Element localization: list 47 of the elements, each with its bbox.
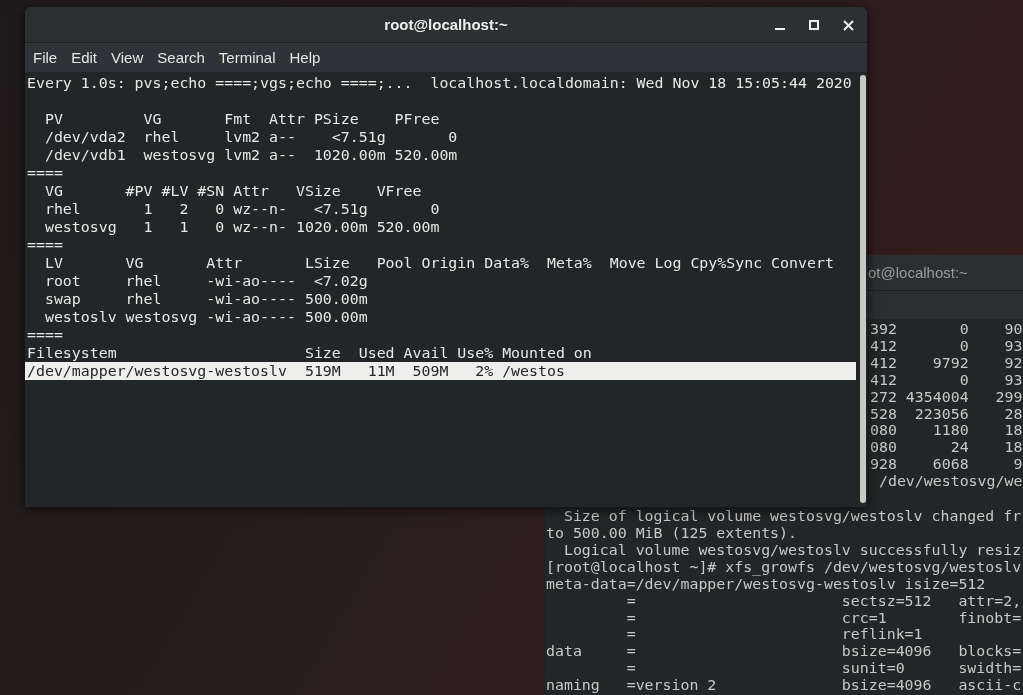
terminal-line: westosvg 1 1 0 wz--n- 1020.00m 520.00m bbox=[43, 218, 441, 236]
terminal-line: to 500.00 MiB (125 extents). bbox=[546, 524, 798, 542]
terminal-line: /dev/westosvg/we bbox=[877, 473, 1023, 491]
terminal-line: data = bsize=4096 blocks= bbox=[546, 643, 1022, 661]
terminal-line: Size of logical volume westosvg/westoslv changed fr bbox=[562, 508, 1022, 525]
terminal-line: 080 24 18 bbox=[870, 439, 1023, 457]
terminal-line: = reflink=1 bbox=[625, 626, 923, 644]
terminal-line: VG #PV #LV #SN Attr VSize VFree bbox=[43, 182, 423, 200]
terminal-line: 272 4354004 299 bbox=[870, 388, 1023, 406]
terminal-line: naming =version 2 bsize=4096 ascii-c bbox=[546, 677, 1022, 695]
terminal-line: 080 1180 18 bbox=[870, 422, 1023, 440]
terminal-line: PV VG Fmt Attr PSize PFree bbox=[43, 110, 441, 128]
terminal-line: = sunit=0 swidth= bbox=[625, 660, 1022, 678]
menu-item[interactable]: Help bbox=[285, 49, 325, 66]
menu-item[interactable]: File bbox=[29, 49, 62, 66]
terminal-line: westoslv westosvg -wi-ao---- 500.00m bbox=[43, 308, 369, 326]
terminal-line: = sectsz=512 attr=2, bbox=[626, 592, 1022, 610]
terminal-line: Filesystem Size Used Avail Use% Mounted on bbox=[27, 344, 593, 362]
terminal-line: LV VG Attr LSize Pool Origin Data% Meta% Move Log Cpy%Sync Convert bbox=[43, 254, 835, 272]
terminal-line: 392 0 90 bbox=[870, 321, 1023, 338]
terminal-line: /dev/vdb1 westosvg lvm2 a-- 1020.00m 520.00m bbox=[43, 146, 459, 164]
menu-item[interactable]: Edit bbox=[67, 49, 102, 66]
terminal-line: Logical volume westosvg/westoslv successfully resiz bbox=[562, 541, 1022, 559]
terminal-line: swap rhel -wi-ao---- 500.00m bbox=[43, 290, 369, 308]
terminal-line: /dev/vda2 rhel lvm2 a-- <7.51g 0 bbox=[43, 128, 459, 146]
terminal-line: = crc=1 finobt= bbox=[625, 609, 1022, 627]
terminal-line: ==== bbox=[27, 164, 64, 182]
minimize-icon bbox=[775, 28, 785, 30]
terminal-line: ==== bbox=[27, 236, 64, 254]
terminal-line: 928 6068 9 bbox=[870, 456, 1023, 474]
terminal-line: 412 0 93 bbox=[870, 371, 1023, 389]
terminal-line: root rhel -wi-ao---- <7.02g bbox=[43, 272, 369, 290]
terminal-line: [root@localhost ~]# xfs_growfs /dev/westosvg/westoslv bbox=[546, 558, 1022, 576]
terminal-line: 412 9792 92 bbox=[870, 354, 1023, 372]
terminal-line: 412 0 93 bbox=[870, 337, 1023, 355]
terminal-line: 528 223056 28 bbox=[870, 405, 1023, 423]
menu-item[interactable]: View bbox=[107, 49, 148, 66]
terminal-line: rhel 1 2 0 wz--n- <7.51g 0 bbox=[43, 200, 441, 218]
close-icon bbox=[842, 19, 854, 31]
terminal-line: ==== bbox=[27, 326, 64, 344]
scrollbar[interactable] bbox=[860, 75, 866, 503]
menu-item[interactable]: Search bbox=[153, 49, 209, 66]
terminal-line: meta-data=/dev/mapper/westosvg-westoslv isize=512 bbox=[546, 575, 986, 593]
terminal-line: Every 1.0s: pvs;echo ====;vgs;echo ====;... localhost.localdomain: Wed Nov 18 15:05:44 2020 bbox=[27, 74, 853, 92]
maximize-icon bbox=[809, 20, 819, 30]
menu-item[interactable]: Terminal bbox=[214, 49, 280, 66]
window-title: root@localhost:~ bbox=[384, 16, 508, 33]
